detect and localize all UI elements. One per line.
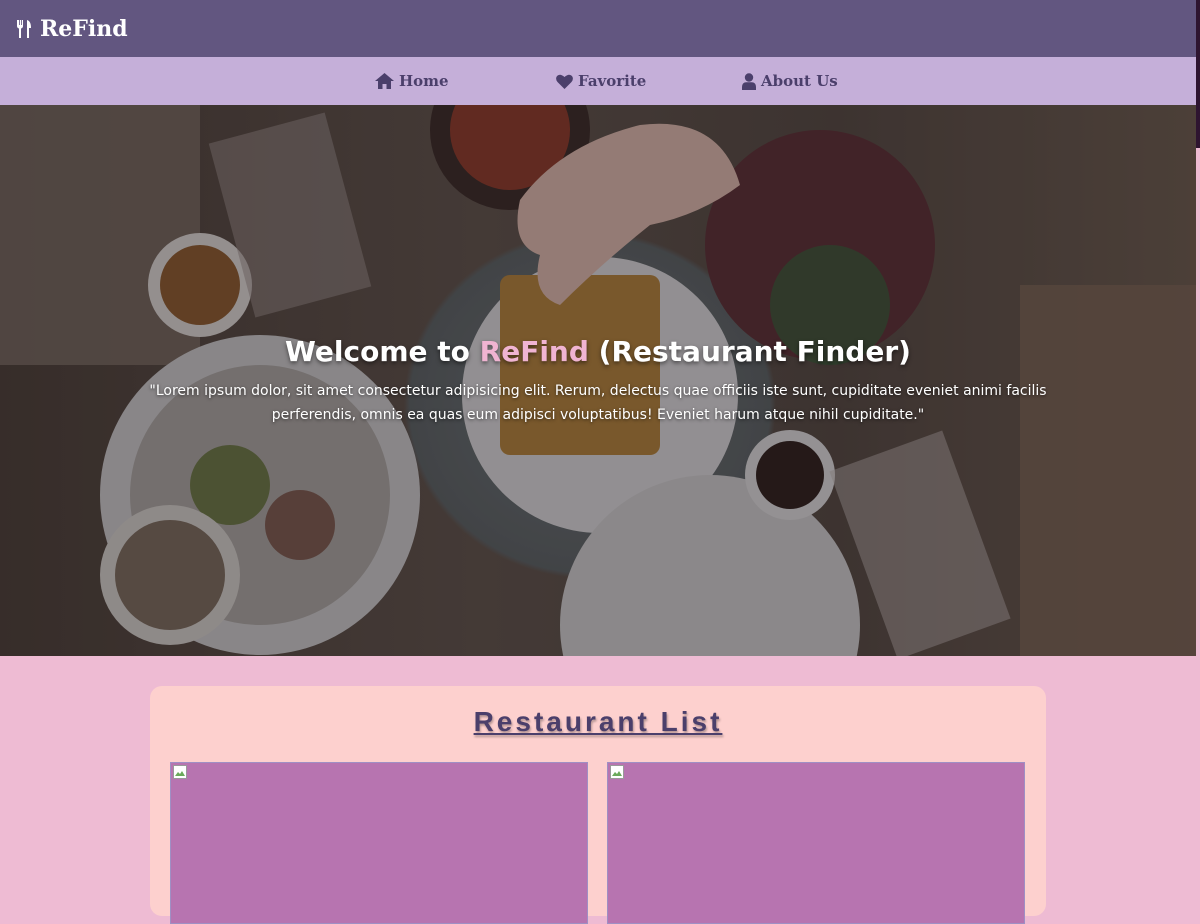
hero-title-prefix: Welcome to xyxy=(285,335,480,368)
hero-title-suffix: (Restaurant Finder) xyxy=(588,335,911,368)
nav-item-home[interactable]: Home xyxy=(375,57,449,105)
user-icon xyxy=(742,72,756,90)
broken-image-icon xyxy=(173,765,187,779)
hero-title: Welcome to ReFind (Restaurant Finder) xyxy=(0,335,1196,368)
hero-subtitle: "Lorem ipsum dolor, sit amet consectetur… xyxy=(149,383,1047,423)
restaurant-list-title: Restaurant List xyxy=(473,706,723,737)
brand-logo[interactable]: ReFind xyxy=(16,16,128,42)
hero-banner: Welcome to ReFind (Restaurant Finder) "L… xyxy=(0,105,1196,656)
broken-image-icon xyxy=(610,765,624,779)
restaurant-list-section: Restaurant List xyxy=(150,686,1046,924)
hero-title-accent: ReFind xyxy=(479,335,589,368)
header-bar: ReFind xyxy=(0,0,1196,57)
brand-name: ReFind xyxy=(40,15,128,42)
nav-label-home: Home xyxy=(399,72,449,90)
utensils-icon xyxy=(16,19,32,38)
nav-label-favorite: Favorite xyxy=(578,72,647,90)
nav-label-about-us: About Us xyxy=(761,72,838,90)
nav-item-about-us[interactable]: About Us xyxy=(742,57,838,105)
heart-icon xyxy=(556,74,573,89)
nav-item-favorite[interactable]: Favorite xyxy=(556,57,646,105)
scrollbar-edge xyxy=(1196,0,1200,148)
main-nav: Home Favorite About Us xyxy=(0,57,1196,105)
home-icon xyxy=(375,73,394,89)
